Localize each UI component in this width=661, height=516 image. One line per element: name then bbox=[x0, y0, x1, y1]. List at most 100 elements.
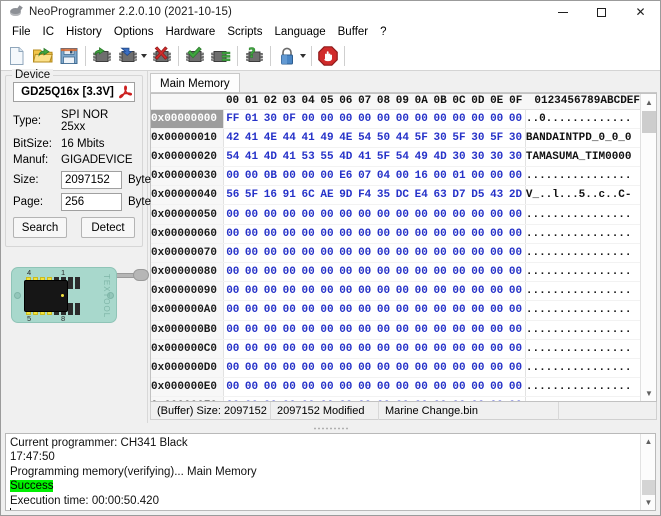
hex-byte-cell[interactable]: 00 bbox=[223, 377, 243, 398]
hex-row[interactable]: 0x00000090 00 00 00 00 00 00 00 00 00 00 00 00 00 00 00… bbox=[151, 281, 640, 302]
hex-byte-cell[interactable]: 00 bbox=[468, 166, 488, 187]
hex-byte-cell[interactable]: 00 bbox=[317, 300, 337, 321]
hex-byte-cell[interactable]: 00 bbox=[506, 109, 526, 129]
open-file-button[interactable] bbox=[30, 43, 56, 69]
hex-byte-cell[interactable]: 00 bbox=[430, 224, 450, 244]
hex-byte-cell[interactable]: 00 bbox=[392, 204, 412, 225]
hex-byte-cell[interactable]: 00 bbox=[298, 339, 318, 359]
hex-byte-cell[interactable]: 41 bbox=[242, 128, 261, 148]
hex-byte-cell[interactable]: 00 bbox=[355, 358, 375, 379]
hex-byte-cell[interactable]: 00 bbox=[411, 358, 431, 379]
hex-ascii-cell[interactable]: ................ bbox=[524, 358, 640, 379]
hex-byte-cell[interactable]: 56 bbox=[223, 185, 243, 206]
hex-byte-cell[interactable]: 00 bbox=[317, 243, 337, 264]
hex-byte-cell[interactable]: 00 bbox=[430, 204, 450, 225]
hex-byte-cell[interactable]: 00 bbox=[449, 358, 469, 379]
hex-byte-cell[interactable]: 00 bbox=[374, 262, 393, 283]
hex-byte-cell[interactable]: 00 bbox=[223, 320, 243, 340]
hex-byte-cell[interactable]: 00 bbox=[260, 281, 280, 302]
search-button[interactable]: Search bbox=[13, 217, 67, 238]
hex-address-cell[interactable]: 0x00000090 bbox=[151, 281, 224, 302]
hex-byte-cell[interactable]: 00 bbox=[487, 262, 507, 283]
hex-ascii-cell[interactable]: ................ bbox=[524, 262, 640, 283]
hex-byte-cell[interactable]: 00 bbox=[468, 224, 488, 244]
hex-row[interactable]: 0x000000B0 00 00 00 00 00 00 00 00 00 00 00 00 00 00 00… bbox=[151, 320, 640, 340]
hex-byte-cell[interactable]: 00 bbox=[430, 281, 450, 302]
hex-byte-cell[interactable]: 00 bbox=[317, 109, 337, 129]
hex-viewport[interactable]: 00 01 02 03 04 05 06 07 08 09 0A 0B 0C 0… bbox=[151, 94, 640, 401]
hex-byte-cell[interactable]: 00 bbox=[487, 109, 507, 129]
hex-byte-cell[interactable]: 00 bbox=[468, 109, 488, 129]
hex-byte-cell[interactable]: 00 bbox=[336, 377, 356, 398]
hex-address-cell[interactable]: 0x000000B0 bbox=[151, 320, 224, 340]
save-file-button[interactable] bbox=[56, 43, 82, 69]
hex-vertical-scrollbar[interactable]: ▲ ▼ bbox=[640, 94, 656, 401]
hex-byte-cell[interactable]: 00 bbox=[392, 166, 412, 187]
hex-address-cell[interactable]: 0x000000E0 bbox=[151, 377, 224, 398]
hex-byte-cell[interactable]: 00 bbox=[449, 281, 469, 302]
hex-byte-cell[interactable]: 00 bbox=[506, 339, 526, 359]
hex-byte-cell[interactable]: 00 bbox=[336, 204, 356, 225]
hex-byte-cell[interactable]: 00 bbox=[430, 396, 450, 401]
hex-byte-cell[interactable]: 00 bbox=[506, 204, 526, 225]
hex-byte-cell[interactable]: 00 bbox=[260, 396, 280, 401]
hex-row[interactable]: 0x00000030 00 00 0B 00 00 00 E6 07 04 00 16 00 01 00 00… bbox=[151, 166, 640, 187]
menu-history[interactable]: History bbox=[60, 25, 108, 39]
hex-byte-cell[interactable]: 00 bbox=[336, 396, 356, 401]
hex-byte-cell[interactable]: 00 bbox=[223, 224, 243, 244]
hex-byte-cell[interactable]: 63 bbox=[430, 185, 450, 206]
hex-byte-cell[interactable]: 00 bbox=[430, 300, 450, 321]
hex-ascii-cell[interactable]: ................ bbox=[524, 224, 640, 244]
hex-byte-cell[interactable]: E4 bbox=[411, 185, 431, 206]
hex-byte-cell[interactable]: 00 bbox=[317, 224, 337, 244]
hex-byte-cell[interactable]: 4D bbox=[336, 147, 356, 168]
hex-byte-cell[interactable]: 00 bbox=[392, 224, 412, 244]
hex-address-cell[interactable]: 0x00000020 bbox=[151, 147, 224, 168]
hex-byte-cell[interactable]: 00 bbox=[430, 262, 450, 283]
hex-byte-cell[interactable]: 00 bbox=[468, 377, 488, 398]
hex-byte-cell[interactable]: 00 bbox=[449, 377, 469, 398]
hex-byte-cell[interactable]: 00 bbox=[223, 204, 243, 225]
hex-byte-cell[interactable]: 00 bbox=[506, 300, 526, 321]
hex-byte-cell[interactable]: 00 bbox=[317, 166, 337, 187]
hex-byte-cell[interactable]: 00 bbox=[242, 300, 261, 321]
hex-byte-cell[interactable]: 00 bbox=[223, 243, 243, 264]
hex-byte-cell[interactable]: 00 bbox=[411, 243, 431, 264]
hex-ascii-cell[interactable]: ................ bbox=[524, 243, 640, 264]
hex-byte-cell[interactable]: 00 bbox=[260, 377, 280, 398]
hex-ascii-cell[interactable]: ................ bbox=[524, 320, 640, 340]
hex-byte-cell[interactable]: 00 bbox=[355, 377, 375, 398]
hex-byte-cell[interactable]: 4E bbox=[260, 128, 280, 148]
hex-byte-cell[interactable]: 00 bbox=[298, 320, 318, 340]
hex-byte-cell[interactable]: 00 bbox=[279, 358, 299, 379]
hex-ascii-cell[interactable]: ................ bbox=[524, 396, 640, 401]
hex-byte-cell[interactable]: 00 bbox=[317, 339, 337, 359]
hex-address-cell[interactable]: 0x00000040 bbox=[151, 185, 224, 206]
hex-row[interactable]: 0x00000080 00 00 00 00 00 00 00 00 00 00 00 00 00 00 00… bbox=[151, 262, 640, 283]
hex-byte-cell[interactable]: 00 bbox=[242, 377, 261, 398]
hex-byte-cell[interactable]: 00 bbox=[392, 109, 412, 129]
hex-byte-cell[interactable]: 00 bbox=[279, 281, 299, 302]
hex-byte-cell[interactable]: 00 bbox=[506, 358, 526, 379]
hex-byte-cell[interactable]: 00 bbox=[242, 320, 261, 340]
hex-byte-cell[interactable]: 00 bbox=[317, 358, 337, 379]
hex-byte-cell[interactable]: 00 bbox=[279, 377, 299, 398]
hex-byte-cell[interactable]: 00 bbox=[487, 377, 507, 398]
hex-byte-cell[interactable]: 44 bbox=[279, 128, 299, 148]
hex-byte-cell[interactable]: 00 bbox=[430, 377, 450, 398]
menu-language[interactable]: Language bbox=[268, 25, 331, 39]
scroll-down-icon[interactable]: ▼ bbox=[641, 385, 657, 401]
minimize-button[interactable] bbox=[543, 1, 582, 23]
scroll-up-icon[interactable]: ▲ bbox=[641, 94, 657, 110]
hex-byte-cell[interactable]: 30 bbox=[430, 128, 450, 148]
hex-byte-cell[interactable]: 00 bbox=[355, 262, 375, 283]
hex-byte-cell[interactable]: 00 bbox=[298, 396, 318, 401]
hex-byte-cell[interactable]: 00 bbox=[430, 166, 450, 187]
hex-byte-cell[interactable]: 00 bbox=[468, 339, 488, 359]
hex-ascii-cell[interactable]: ..0............. bbox=[524, 109, 640, 129]
hex-ascii-cell[interactable]: ................ bbox=[524, 300, 640, 321]
hex-byte-cell[interactable]: 00 bbox=[487, 300, 507, 321]
hex-byte-cell[interactable]: DC bbox=[392, 185, 412, 206]
hex-byte-cell[interactable]: 2D bbox=[506, 185, 526, 206]
hex-row[interactable]: 0x00000050 00 00 00 00 00 00 00 00 00 00 00 00 00 00 00… bbox=[151, 204, 640, 225]
